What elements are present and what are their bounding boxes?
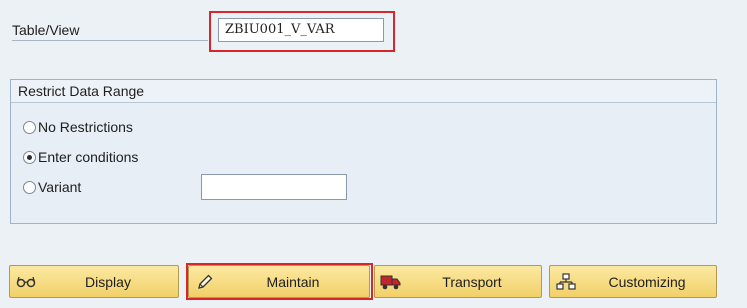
option-enter-conditions[interactable]: Enter conditions <box>23 146 138 168</box>
customizing-button[interactable]: Customizing <box>549 265 717 298</box>
option-no-restrictions[interactable]: No Restrictions <box>23 116 133 138</box>
customizing-button-label: Customizing <box>608 273 686 290</box>
radio-no-restrictions[interactable] <box>23 120 36 134</box>
display-button[interactable]: Display <box>9 265 179 298</box>
option-variant[interactable]: Variant <box>23 176 81 198</box>
option-label: Variant <box>38 179 82 195</box>
maintain-highlight <box>186 263 373 300</box>
glasses-icon <box>14 270 38 294</box>
radio-enter-conditions[interactable] <box>23 150 36 164</box>
table-view-input[interactable]: ZBIU001_V_VAR <box>218 18 384 42</box>
group-title: Restrict Data Range <box>11 80 716 103</box>
transport-button[interactable]: Transport <box>374 265 542 298</box>
variant-input[interactable] <box>201 174 347 200</box>
truck-icon <box>379 270 403 294</box>
option-label: Enter conditions <box>38 149 139 165</box>
option-label: No Restrictions <box>38 119 133 135</box>
table-view-label: Table/View <box>12 18 208 41</box>
radio-variant[interactable] <box>23 180 36 194</box>
display-button-label: Display <box>85 273 131 290</box>
restrict-data-range-group: Restrict Data Range No Restrictions Ente… <box>10 79 717 224</box>
hierarchy-icon <box>554 270 578 294</box>
transport-button-label: Transport <box>442 273 502 290</box>
